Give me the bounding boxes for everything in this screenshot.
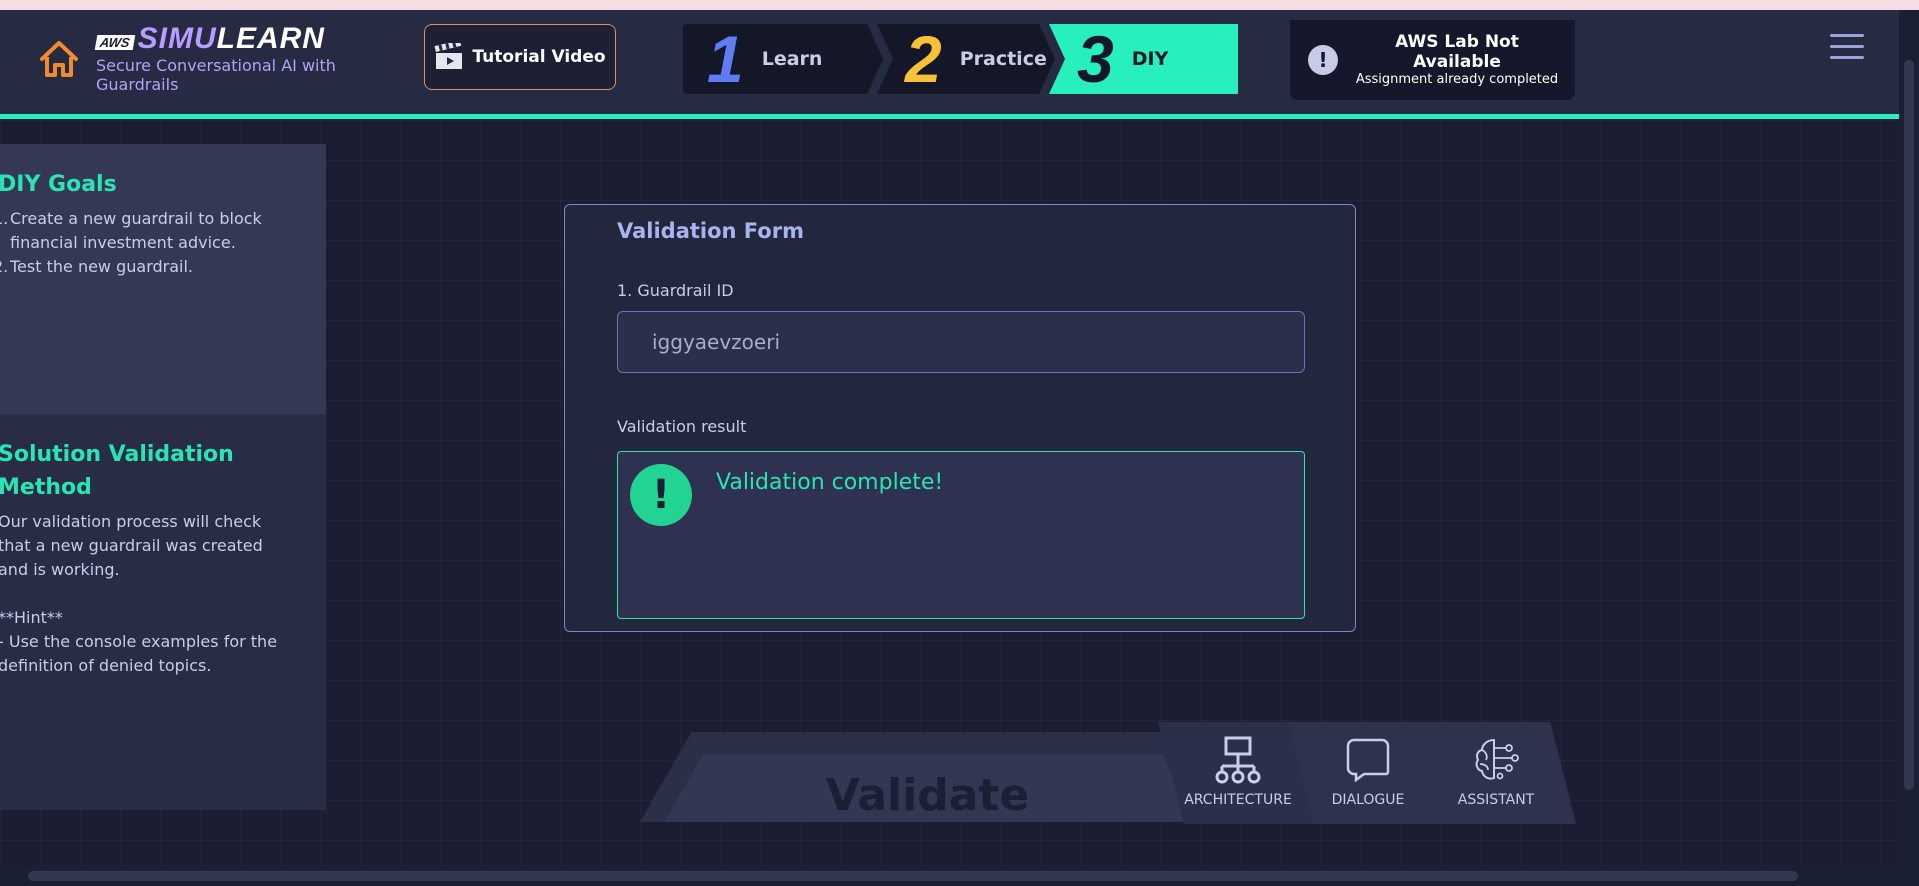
architecture-icon <box>1215 736 1261 784</box>
goal-number: 2. <box>0 257 9 276</box>
alert-circle-icon: ! <box>630 464 692 526</box>
solution-heading: Solution Validation Method <box>0 442 234 500</box>
step-label: DIY <box>1131 48 1169 70</box>
course-subtitle: Secure Conversational AI with Guardrails <box>96 56 336 94</box>
solution-validation-panel: Solution Validation Method Our validatio… <box>0 414 326 810</box>
validation-form: Validation Form 1. Guardrail ID Validati… <box>564 204 1356 632</box>
tab-architecture-label: ARCHITECTURE <box>1184 792 1292 808</box>
tutorial-video-label: Tutorial Video <box>472 47 606 67</box>
clapperboard-icon <box>434 43 463 69</box>
validation-result-label: Validation result <box>617 417 747 436</box>
diy-goals-panel: DIY Goals 1.Create a new guardrail to bl… <box>0 144 326 414</box>
validation-result-box: ! Validation complete! <box>617 451 1305 619</box>
goal-number: 1. <box>0 209 9 228</box>
brand-simu: SIMU <box>137 22 217 55</box>
step-number: 3 <box>1077 22 1114 96</box>
brand-learn: LEARN <box>216 22 325 55</box>
step-practice[interactable]: 2 Practice <box>877 24 1055 94</box>
step-number: 1 <box>707 22 744 96</box>
info-alert-icon: ! <box>1308 45 1338 75</box>
aws-tag: AWS <box>94 35 135 50</box>
vertical-scrollbar-thumb[interactable] <box>1904 60 1914 790</box>
diy-goals-list: 1.Create a new guardrail to block financ… <box>0 207 306 279</box>
step-label: Practice <box>959 48 1047 70</box>
header-accent-line <box>0 114 1899 119</box>
ai-brain-icon <box>1475 738 1519 780</box>
guardrail-id-label: 1. Guardrail ID <box>617 281 734 300</box>
tab-assistant-label: ASSISTANT <box>1457 792 1535 808</box>
bottom-action-bar: Validate ARCHITECTURE DIALOGUE ASSISTANT <box>640 720 1600 830</box>
horizontal-scrollbar-thumb[interactable] <box>28 871 1798 881</box>
vertical-scrollbar[interactable] <box>1899 10 1919 866</box>
lab-status-subtitle: Assignment already completed <box>1355 72 1559 87</box>
step-label: Learn <box>761 48 823 70</box>
hint-text: - Use the console examples for the defin… <box>0 632 278 675</box>
tutorial-video-button[interactable]: Tutorial Video <box>424 24 616 90</box>
lab-status-panel: ! AWS Lab Not Available Assignment alrea… <box>1290 20 1575 100</box>
solution-text: Our validation process will check that a… <box>0 512 263 579</box>
home-icon[interactable] <box>38 38 80 80</box>
tab-assistant[interactable]: ASSISTANT <box>1416 722 1576 824</box>
goal-item: 2.Test the new guardrail. <box>0 255 306 279</box>
lab-status-title: AWS Lab Not Available <box>1395 32 1519 72</box>
form-title: Validation Form <box>617 219 804 243</box>
validate-label: Validate <box>825 769 1030 821</box>
diy-goals-heading: DIY Goals <box>0 172 117 197</box>
app-header: AWS SIMULEARN Secure Conversational AI w… <box>0 10 1899 116</box>
step-number: 2 <box>905 22 942 96</box>
goal-item: 1.Create a new guardrail to block financ… <box>0 207 306 255</box>
goal-text: Create a new guardrail to block financia… <box>10 209 262 252</box>
progress-steps: 1 Learn 2 Practice 3 DIY <box>683 24 1238 94</box>
validation-result-text: Validation complete! <box>716 470 944 495</box>
brand-logo: AWS SIMULEARN Secure Conversational AI w… <box>94 24 396 94</box>
sidebar: DIY Goals 1.Create a new guardrail to bl… <box>0 144 326 810</box>
step-diy[interactable]: 3 DIY <box>1049 24 1238 94</box>
goal-text: Test the new guardrail. <box>10 257 194 276</box>
step-learn[interactable]: 1 Learn <box>683 24 883 94</box>
hamburger-menu-icon[interactable] <box>1830 34 1864 62</box>
validate-button[interactable]: Validate <box>640 732 1210 822</box>
tab-dialogue-label: DIALOGUE <box>1331 792 1405 808</box>
hint-label: **Hint** <box>0 608 63 627</box>
guardrail-id-input[interactable] <box>617 311 1305 373</box>
window-top-strip <box>0 0 1919 10</box>
horizontal-scrollbar[interactable] <box>0 866 1919 886</box>
speech-bubble-icon <box>1346 738 1390 783</box>
